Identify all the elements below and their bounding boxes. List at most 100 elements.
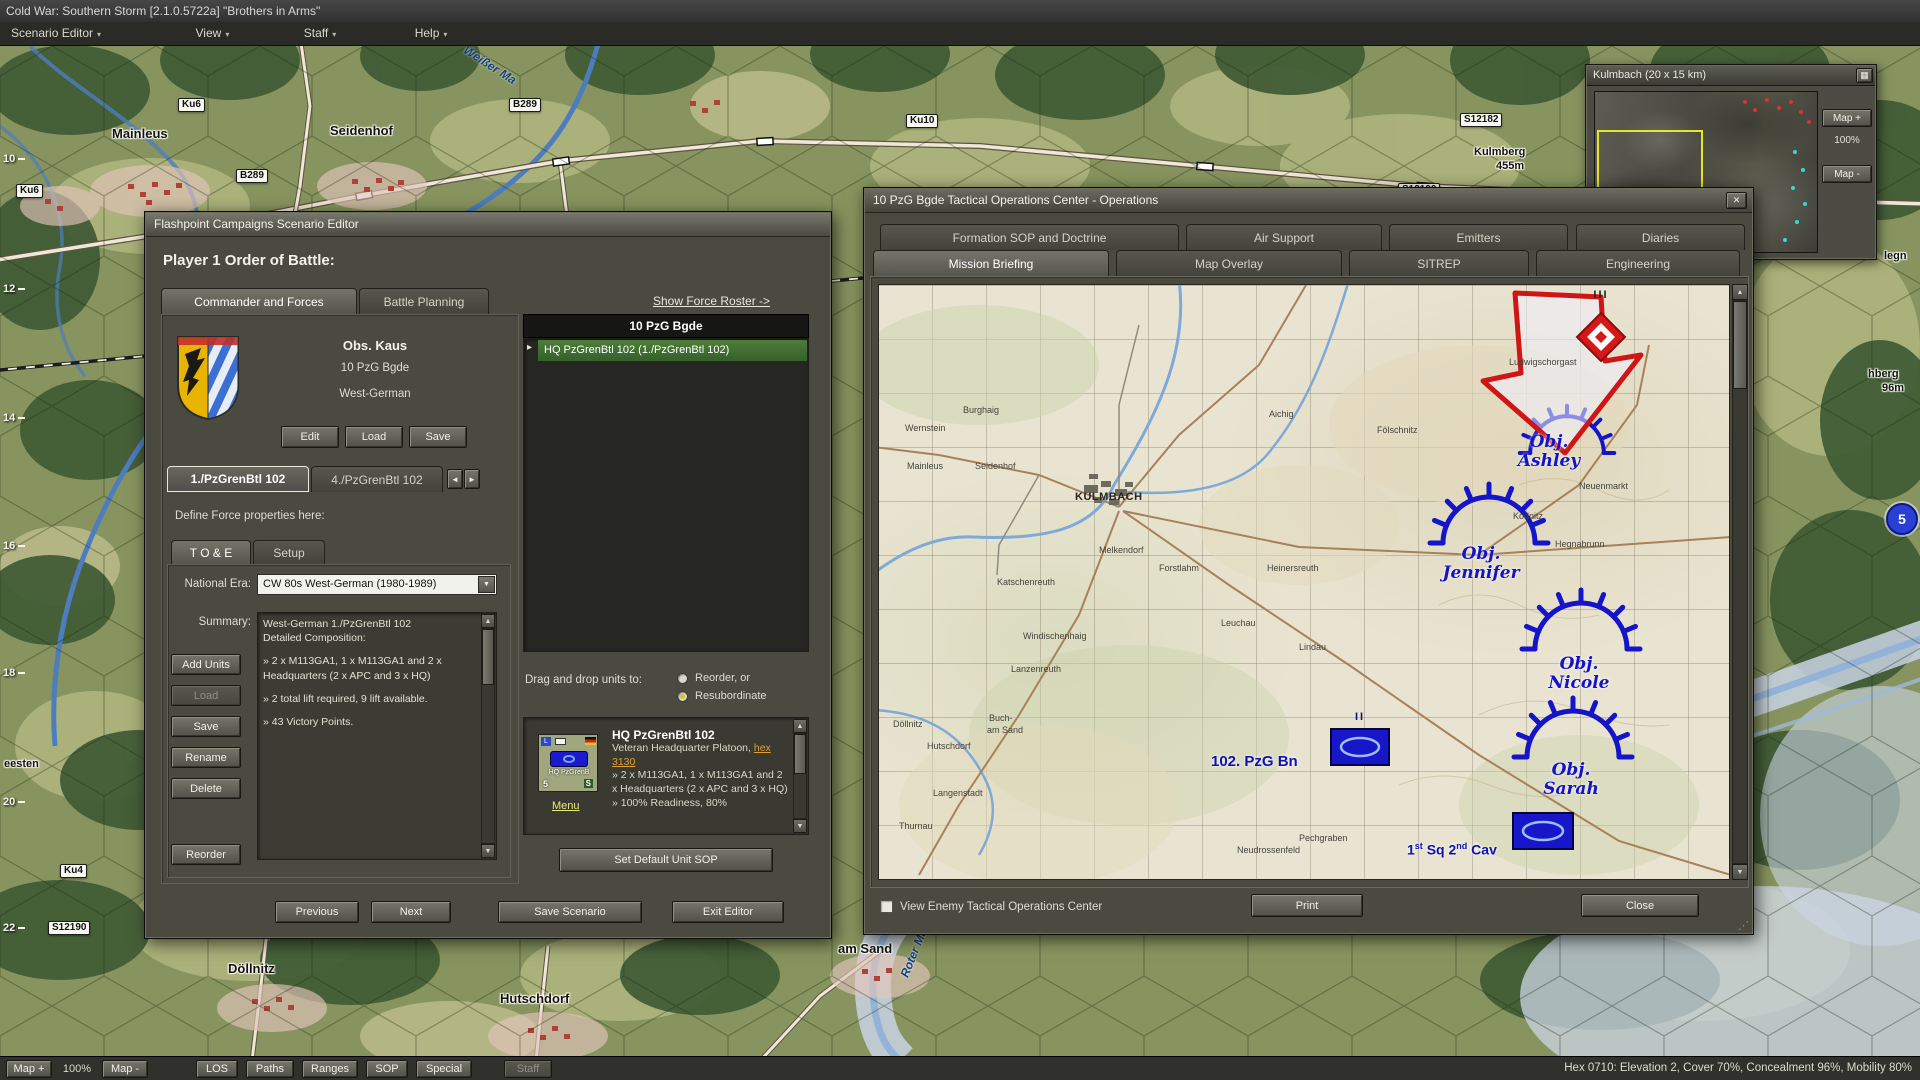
- ranges-button[interactable]: Ranges: [302, 1060, 358, 1078]
- save-force-button[interactable]: Save: [171, 716, 241, 737]
- radio-resubordinate[interactable]: [677, 691, 688, 702]
- sop-button[interactable]: SOP: [366, 1060, 408, 1078]
- scroll-down-icon[interactable]: ▼: [481, 844, 495, 858]
- unit1-echelon-label: II: [1331, 711, 1389, 723]
- roster-item-selected[interactable]: HQ PzGrenBtl 102 (1./PzGrenBtl 102): [538, 340, 807, 361]
- scroll-up-icon[interactable]: ▲: [793, 719, 807, 733]
- exit-editor-button[interactable]: Exit Editor: [672, 901, 784, 923]
- tab-engineering[interactable]: Engineering: [1536, 250, 1740, 277]
- map-elevation-label: 96m: [1882, 382, 1904, 394]
- map-town-label: hberg: [1868, 368, 1899, 380]
- summary-scroll-thumb[interactable]: [482, 629, 494, 685]
- menu-staff[interactable]: Staff▾: [293, 22, 347, 46]
- toc-close-icon[interactable]: ✕: [1726, 192, 1747, 209]
- show-force-roster-link[interactable]: Show Force Roster ->: [653, 294, 770, 308]
- load-force-button: Load: [171, 685, 241, 706]
- summary-textarea[interactable]: West-German 1./PzGrenBtl 102 Detailed Co…: [257, 612, 497, 860]
- scroll-down-icon[interactable]: ▼: [1732, 864, 1748, 880]
- tab-commander-and-forces[interactable]: Commander and Forces: [161, 288, 357, 314]
- resize-grip-icon[interactable]: ⋰: [1738, 919, 1749, 932]
- menu-help[interactable]: Help▾: [404, 22, 459, 46]
- toc-close-button[interactable]: Close: [1581, 894, 1699, 917]
- tab-emitters[interactable]: Emitters: [1389, 224, 1568, 250]
- map-zoom-in-button[interactable]: Map +: [6, 1060, 52, 1078]
- radio-reorder-label[interactable]: Reorder, or: [695, 672, 750, 684]
- toc-map-scroll-thumb[interactable]: [1733, 301, 1747, 389]
- road-sign: S12190: [48, 921, 90, 935]
- scroll-up-icon[interactable]: ▲: [1732, 284, 1748, 300]
- force-tab-2[interactable]: 4./PzGrenBtl 102: [311, 466, 443, 492]
- menu-view[interactable]: View▾: [185, 22, 241, 46]
- summary-line: » 43 Victory Points.: [263, 715, 463, 729]
- unit-card-scroll-thumb[interactable]: [794, 734, 806, 774]
- national-era-select[interactable]: CW 80s West-German (1980-1989) ▼: [257, 574, 497, 595]
- toc-titlebar[interactable]: 10 PzG Bgde Tactical Operations Center -…: [865, 189, 1752, 213]
- print-button[interactable]: Print: [1251, 894, 1363, 917]
- add-units-button[interactable]: Add Units: [171, 654, 241, 675]
- los-button[interactable]: LOS: [196, 1060, 238, 1078]
- minimap-zoom-out-button[interactable]: Map -: [1822, 165, 1872, 183]
- save-button[interactable]: Save: [409, 426, 467, 448]
- radio-resubordinate-label[interactable]: Resubordinate: [695, 690, 767, 702]
- road-sign: B289: [509, 98, 541, 112]
- rename-button[interactable]: Rename: [171, 747, 241, 768]
- tab-map-overlay[interactable]: Map Overlay: [1116, 250, 1342, 277]
- hex-info-readout: Hex 0710: Elevation 2, Cover 70%, Concea…: [1564, 1062, 1912, 1074]
- hex-row-number: 14: [3, 412, 25, 424]
- toc-town-label: Buch-: [989, 713, 1013, 723]
- scenario-editor-titlebar[interactable]: Flashpoint Campaigns Scenario Editor: [146, 213, 830, 237]
- map-town-label: eesten: [4, 758, 39, 770]
- road-sign: Ku4: [60, 864, 87, 878]
- tab-diaries[interactable]: Diaries: [1576, 224, 1745, 250]
- map-town-label: legn: [1884, 250, 1907, 262]
- minimap-zoom-level: 100%: [1822, 135, 1872, 146]
- tree-expand-icon[interactable]: ▸: [527, 342, 532, 353]
- tab-sitrep[interactable]: SITREP: [1349, 250, 1529, 277]
- set-default-unit-sop-button[interactable]: Set Default Unit SOP: [559, 848, 773, 872]
- unit-card[interactable]: L HQ PzGrenB 5 S Menu HQ PzGrenBtl 102 V…: [523, 717, 809, 835]
- map-zoom-out-button[interactable]: Map -: [102, 1060, 148, 1078]
- chevron-down-icon[interactable]: ▼: [478, 576, 495, 593]
- briefing-map[interactable]: Wernstein Burghaig Mainleus Seidenhof Me…: [878, 284, 1730, 880]
- force-tab-scroll-left[interactable]: ◄: [447, 469, 463, 489]
- counter-label: HQ PzGrenB: [539, 769, 599, 776]
- counter-strength: 5: [543, 779, 548, 789]
- force-roster-list[interactable]: ▸ HQ PzGrenBtl 102 (1./PzGrenBtl 102): [523, 338, 809, 652]
- summary-line: » 2 x M113GA1, 1 x M113GA1 and 2 x Headq…: [263, 654, 463, 682]
- unit-counter-icon[interactable]: L HQ PzGrenB 5 S: [538, 734, 598, 792]
- objective-symbol-nicole: [1522, 590, 1640, 649]
- paths-button[interactable]: Paths: [246, 1060, 294, 1078]
- view-enemy-toc-checkbox[interactable]: [880, 900, 893, 913]
- tab-air-support[interactable]: Air Support: [1186, 224, 1382, 250]
- previous-button[interactable]: Previous: [275, 901, 359, 923]
- load-button[interactable]: Load: [345, 426, 403, 448]
- delete-button[interactable]: Delete: [171, 778, 241, 799]
- tab-formation-sop[interactable]: Formation SOP and Doctrine: [880, 224, 1179, 250]
- next-button[interactable]: Next: [371, 901, 451, 923]
- friendly-unit-102pzg-icon: [1331, 729, 1389, 765]
- reorder-button[interactable]: Reorder: [171, 844, 241, 865]
- force-tab-scroll-right[interactable]: ►: [464, 469, 480, 489]
- tab-battle-planning[interactable]: Battle Planning: [359, 288, 489, 314]
- toc-town-label: Mainleus: [907, 461, 943, 471]
- radio-reorder[interactable]: [677, 673, 688, 684]
- friendly-unit-badge[interactable]: 5: [1886, 503, 1918, 535]
- unit-menu-link[interactable]: Menu: [552, 800, 580, 812]
- menu-scenario-editor[interactable]: Scenario Editor▾: [0, 22, 112, 46]
- minimap-zoom-in-button[interactable]: Map +: [1822, 109, 1872, 127]
- apc-symbol: [550, 751, 588, 767]
- special-button[interactable]: Special: [416, 1060, 472, 1078]
- tab-mission-briefing[interactable]: Mission Briefing: [873, 250, 1109, 277]
- save-scenario-button[interactable]: Save Scenario: [498, 901, 642, 923]
- subtab-toe[interactable]: T O & E: [171, 540, 251, 564]
- objective-label-ashley: Obj.Ashley: [1501, 433, 1597, 470]
- scroll-down-icon[interactable]: ▼: [793, 819, 807, 833]
- subtab-setup[interactable]: Setup: [253, 540, 325, 564]
- scroll-up-icon[interactable]: ▲: [481, 614, 495, 628]
- view-enemy-toc-label[interactable]: View Enemy Tactical Operations Center: [900, 901, 1102, 913]
- summary-line: West-German 1./PzGrenBtl 102: [263, 617, 463, 631]
- edit-button[interactable]: Edit: [281, 426, 339, 448]
- minimap-toggle-button[interactable]: ▦: [1856, 68, 1873, 83]
- unit-card-readiness: » 100% Readiness, 80%: [612, 797, 788, 811]
- force-tab-1[interactable]: 1./PzGrenBtl 102: [167, 466, 309, 492]
